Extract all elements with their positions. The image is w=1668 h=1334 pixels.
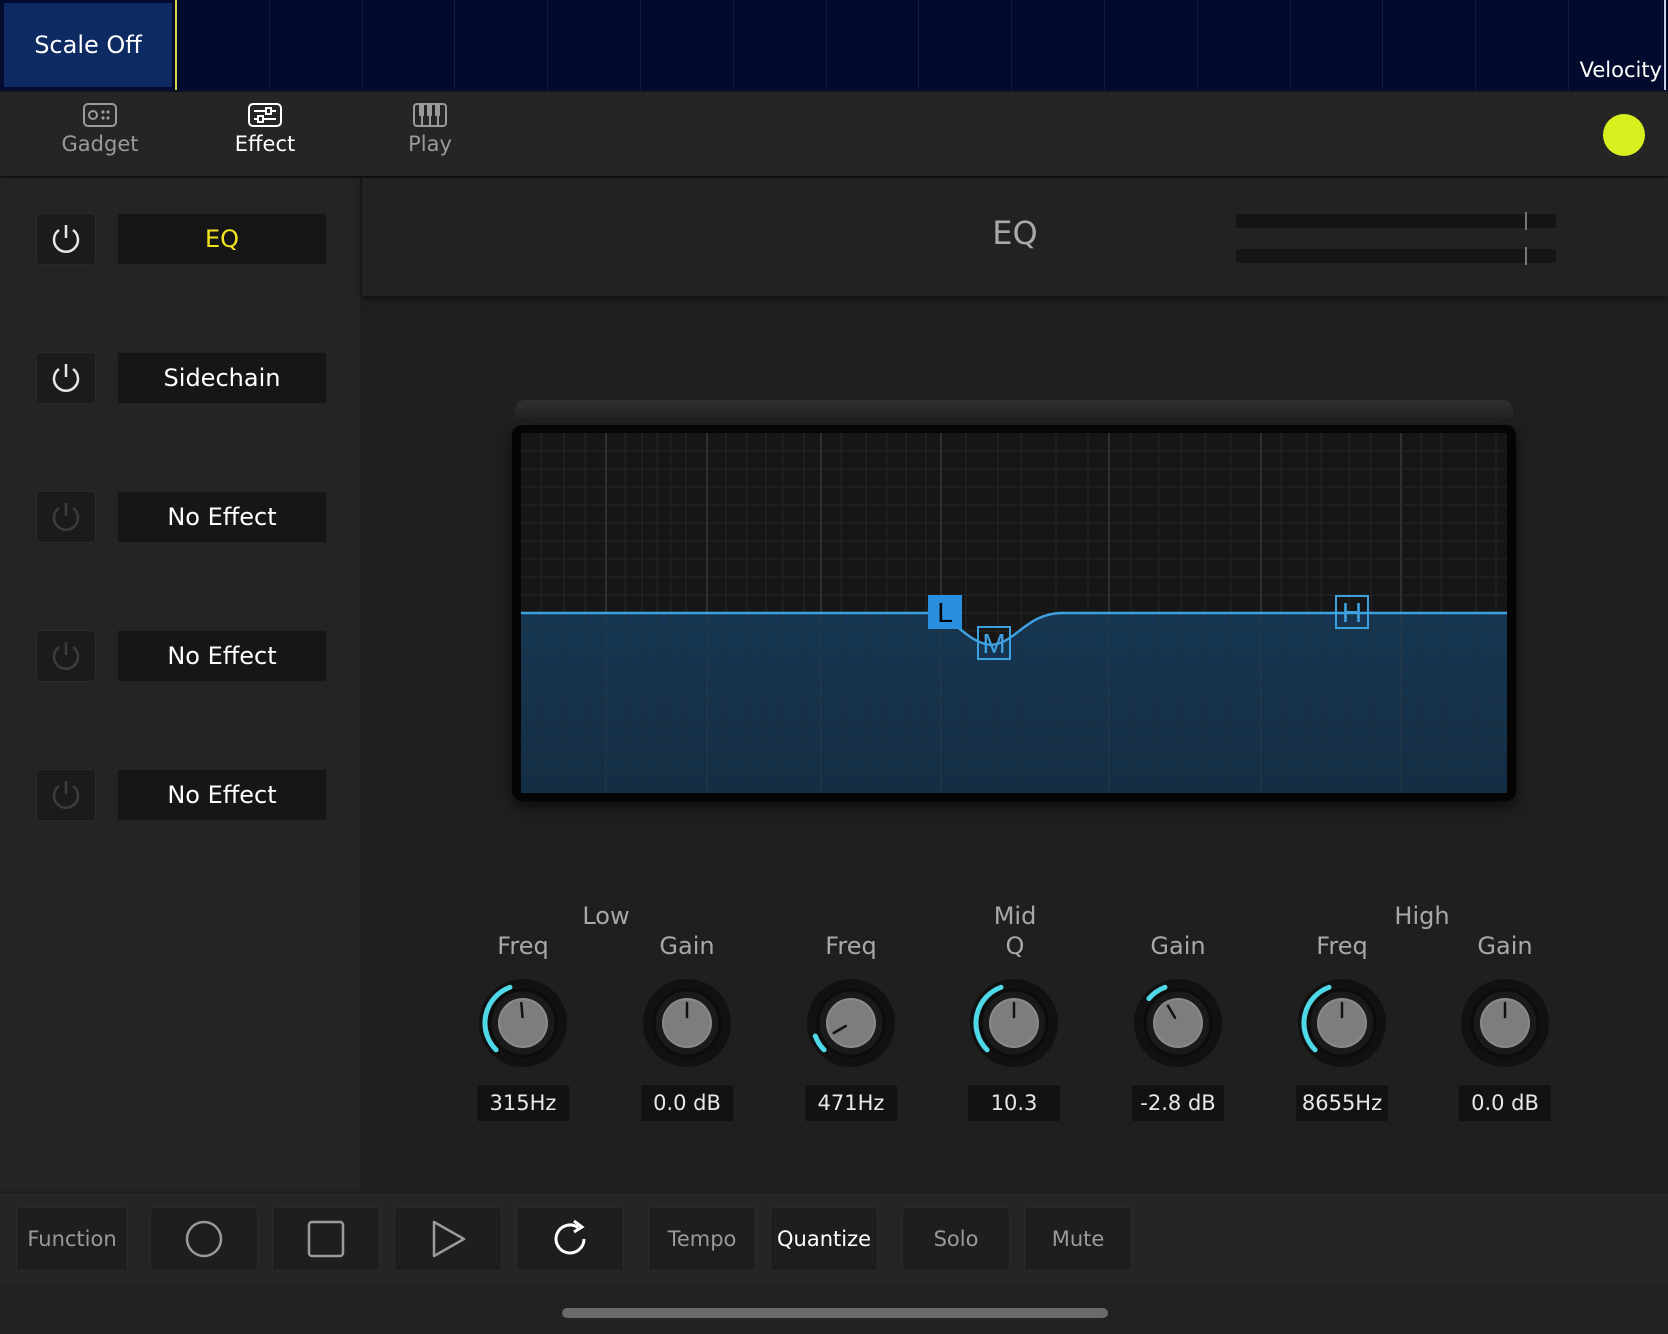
eq-node-high-label: H bbox=[1342, 597, 1362, 628]
knob-6[interactable] bbox=[1292, 973, 1392, 1073]
tab-gadget-label: Gadget bbox=[61, 132, 139, 156]
eq-node-low[interactable]: L bbox=[928, 595, 962, 629]
knob-3[interactable] bbox=[801, 973, 901, 1073]
piano-roll-grid-line bbox=[361, 0, 363, 90]
slot-1-effect-name[interactable]: EQ bbox=[117, 213, 327, 265]
eq-graph-bezel bbox=[515, 400, 1513, 418]
knob-7-label: Gain bbox=[1477, 932, 1533, 960]
tab-play[interactable]: Play bbox=[360, 102, 500, 172]
function-button[interactable]: Function bbox=[16, 1207, 128, 1271]
velocity-label: Velocity bbox=[1579, 58, 1662, 82]
effect-icon bbox=[248, 103, 282, 127]
piano-roll-strip[interactable] bbox=[0, 0, 1668, 92]
power-icon bbox=[52, 364, 80, 392]
slot-2-power-button[interactable] bbox=[36, 352, 96, 404]
piano-roll-grid-line bbox=[1104, 0, 1105, 90]
piano-roll-grid-line bbox=[268, 0, 270, 90]
mute-button[interactable]: Mute bbox=[1024, 1207, 1132, 1271]
scale-off-button[interactable]: Scale Off bbox=[4, 3, 172, 87]
knob-1[interactable] bbox=[473, 973, 573, 1073]
power-icon bbox=[52, 225, 80, 253]
effect-slot-list bbox=[0, 178, 360, 1191]
slot-3-power-button[interactable] bbox=[36, 491, 96, 543]
knob-3-label: Freq bbox=[825, 932, 877, 960]
knob-5-value: -2.8 dB bbox=[1132, 1085, 1224, 1121]
knob-4-value: 10.3 bbox=[968, 1085, 1060, 1121]
home-indicator[interactable] bbox=[562, 1308, 1108, 1318]
slot-2-effect-name[interactable]: Sidechain bbox=[117, 352, 327, 404]
play-icon bbox=[432, 1220, 466, 1258]
piano-roll-grid-line bbox=[547, 0, 549, 90]
piano-roll-grid-line bbox=[454, 0, 456, 90]
piano-roll-grid-line bbox=[825, 0, 827, 90]
tab-effect[interactable]: Effect bbox=[195, 102, 335, 172]
slot-4-power-button[interactable] bbox=[36, 630, 96, 682]
gadget-icon bbox=[83, 103, 117, 127]
eq-node-mid[interactable]: M bbox=[977, 626, 1011, 660]
knob-4[interactable] bbox=[964, 973, 1064, 1073]
tab-play-label: Play bbox=[408, 132, 452, 156]
piano-roll-grid-line bbox=[1568, 0, 1569, 90]
knob-6-label: Freq bbox=[1316, 932, 1368, 960]
eq-node-mid-label: M bbox=[982, 628, 1005, 659]
quantize-button[interactable]: Quantize bbox=[770, 1207, 878, 1271]
knob-1-label: Freq bbox=[497, 932, 549, 960]
slot-1-power-button[interactable] bbox=[36, 213, 96, 265]
status-indicator[interactable] bbox=[1603, 114, 1645, 156]
knob-5-label: Gain bbox=[1150, 932, 1206, 960]
tempo-button[interactable]: Tempo bbox=[648, 1207, 756, 1271]
eq-title: EQ bbox=[992, 214, 1038, 252]
knob-2-value: 0.0 dB bbox=[641, 1085, 733, 1121]
piano-roll-grid-line bbox=[918, 0, 920, 90]
power-icon bbox=[52, 642, 80, 670]
record-button[interactable] bbox=[150, 1207, 258, 1271]
piano-roll-grid-line bbox=[1475, 0, 1477, 90]
power-icon bbox=[52, 503, 80, 531]
group-label-low: Low bbox=[582, 902, 630, 930]
loop-icon bbox=[554, 1219, 586, 1255]
play-button[interactable] bbox=[394, 1207, 502, 1271]
slot-5-power-button[interactable] bbox=[36, 769, 96, 821]
knob-7[interactable] bbox=[1455, 973, 1555, 1073]
piano-roll-grid-line bbox=[1382, 0, 1384, 90]
slot-3-effect-name[interactable]: No Effect bbox=[117, 491, 327, 543]
playhead-marker bbox=[175, 0, 177, 90]
eq-graph[interactable]: L M H bbox=[521, 433, 1507, 793]
group-label-high: High bbox=[1394, 902, 1450, 930]
knob-6-value: 8655Hz bbox=[1296, 1085, 1388, 1121]
knob-3-value: 471Hz bbox=[805, 1085, 897, 1121]
solo-button[interactable]: Solo bbox=[902, 1207, 1010, 1271]
loop-button[interactable] bbox=[516, 1207, 624, 1271]
eq-node-low-label: L bbox=[937, 597, 953, 628]
piano-roll-grid-line bbox=[1196, 0, 1198, 90]
level-meter-left bbox=[1236, 212, 1556, 230]
piano-roll-grid-line bbox=[1011, 0, 1013, 90]
slot-4-effect-name[interactable]: No Effect bbox=[117, 630, 327, 682]
tab-effect-label: Effect bbox=[234, 132, 296, 156]
group-label-q: Q bbox=[1005, 932, 1025, 960]
velocity-edge bbox=[1664, 0, 1666, 90]
record-icon bbox=[185, 1220, 223, 1258]
piano-roll-grid-line bbox=[732, 0, 734, 90]
level-meter-right bbox=[1236, 247, 1556, 265]
stop-button[interactable] bbox=[272, 1207, 380, 1271]
piano-roll-grid-line bbox=[640, 0, 641, 90]
knob-7-value: 0.0 dB bbox=[1459, 1085, 1551, 1121]
knob-2[interactable] bbox=[637, 973, 737, 1073]
piano-roll-grid-line bbox=[1289, 0, 1291, 90]
tab-bar: Gadget Effect Play bbox=[0, 92, 1668, 176]
knob-5[interactable] bbox=[1128, 973, 1228, 1073]
knob-1-value: 315Hz bbox=[477, 1085, 569, 1121]
slot-5-effect-name[interactable]: No Effect bbox=[117, 769, 327, 821]
knob-2-label: Gain bbox=[659, 932, 715, 960]
power-icon bbox=[52, 781, 80, 809]
tab-gadget[interactable]: Gadget bbox=[30, 102, 170, 172]
group-label-mid: Mid bbox=[993, 902, 1037, 930]
keyboard-icon bbox=[413, 103, 447, 127]
stop-icon bbox=[307, 1220, 345, 1258]
